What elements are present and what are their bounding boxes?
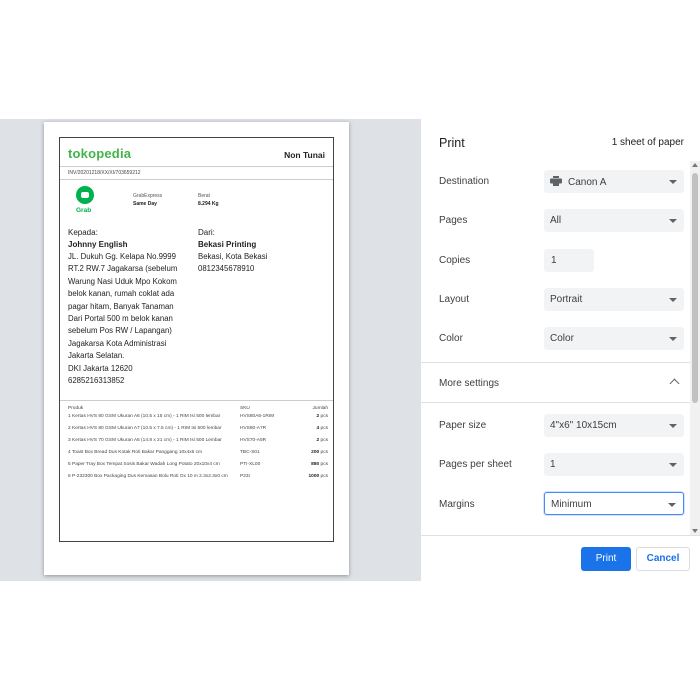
table-row: 5 Paper Tray Box Tempat Sosis Bakar Wada… (68, 462, 328, 474)
qty-cell: 4 pcs (316, 426, 328, 431)
pages-label: Pages (439, 215, 468, 226)
invoice-number: INV/20201218/XX/XI/703659212 (68, 170, 141, 176)
sheet-count: 1 sheet of paper (611, 137, 684, 148)
table-row: 1 Kertas HVS 80 GSM Ukuran A6 (10.5 x 15… (68, 414, 328, 426)
grab-logo-text: Grab (76, 207, 92, 214)
product-cell: 3 Kertas HVS 70 GSM Ukuran A5 (14.8 x 21… (68, 438, 222, 443)
table-row: 2 Kertas HVS 80 GSM Ukuran A7 (10.5 x 7.… (68, 426, 328, 438)
chevron-down-icon (669, 298, 677, 302)
color-select[interactable]: Color (544, 327, 684, 350)
layout-label: Layout (439, 294, 470, 305)
product-cell: 2 Kertas HVS 80 GSM Ukuran A7 (10.5 x 7.… (68, 426, 222, 431)
printer-icon (550, 176, 562, 186)
scroll-up-arrow-icon[interactable] (692, 163, 698, 167)
weight-value: 8.294 Kg (198, 201, 219, 207)
margins-value: Minimum (551, 499, 592, 510)
margins-select[interactable]: Minimum (544, 492, 684, 515)
paper-size-select[interactable]: 4"x6" 10x15cm (544, 414, 684, 437)
sender-label: Dari: (198, 228, 215, 237)
color-value: Color (550, 333, 574, 344)
sku-cell: HVS80A6-1RIM (240, 414, 275, 419)
sender-name: Bekasi Printing (198, 240, 257, 249)
table-row: 3 Kertas HVS 70 GSM Ukuran A5 (14.8 x 21… (68, 438, 328, 450)
cancel-button[interactable]: Cancel (636, 547, 690, 571)
product-cell: 6 P-232300 Box Packaging Dus Kemasan Bol… (68, 474, 228, 479)
payment-type: Non Tunai (284, 150, 325, 160)
pages-select[interactable]: All (544, 209, 684, 232)
paper-size-label: Paper size (439, 420, 487, 431)
qty-cell: 200 pcs (311, 450, 328, 455)
product-cell: 5 Paper Tray Box Tempat Sosis Bakar Wada… (68, 462, 220, 467)
table-header: Produk SKU Jumlah (68, 406, 328, 414)
grab-logo-icon (76, 186, 94, 204)
destination-label: Destination (439, 176, 490, 187)
table-row: 6 P-232300 Box Packaging Dus Kemasan Bol… (68, 474, 328, 486)
sku-cell: HVS80-A7R (240, 426, 267, 431)
chevron-down-icon (669, 337, 677, 341)
shipping-label: tokopedia Non Tunai INV/20201218/XX/XI/7… (59, 137, 334, 542)
product-cell: 1 Kertas HVS 80 GSM Ukuran A6 (10.5 x 15… (68, 414, 221, 419)
divider (421, 362, 690, 363)
more-settings-toggle[interactable]: More settings (439, 378, 499, 389)
sku-cell: P23I (240, 474, 250, 479)
pages-per-sheet-label: Pages per sheet (439, 459, 512, 470)
print-button[interactable]: Print (581, 547, 631, 571)
copies-input[interactable]: 1 (544, 249, 594, 272)
copies-label: Copies (439, 255, 471, 266)
pages-per-sheet-select[interactable]: 1 (544, 453, 684, 476)
pages-value: All (550, 215, 562, 226)
chevron-down-icon (669, 180, 677, 184)
panel-title: Print (439, 136, 465, 150)
chevron-up-icon[interactable] (669, 378, 680, 389)
qty-cell: 2 pcs (316, 414, 328, 419)
panel-footer: Print Cancel (421, 535, 700, 582)
qty-cell: 880 pcs (311, 462, 328, 467)
chevron-down-icon (669, 424, 677, 428)
print-settings-panel: Print 1 sheet of paper Destination Canon… (421, 119, 700, 582)
sku-cell: PTI-XL00 (240, 462, 261, 467)
column-header: SKU (240, 406, 250, 411)
courier-service: Same Day (133, 201, 157, 207)
qty-cell: 1000 pcs (308, 474, 328, 479)
table-row: 4 Toast Box Bread Dus Kotak Roti Bakar P… (68, 450, 328, 462)
chevron-down-icon (669, 219, 677, 223)
column-header: Jumlah (312, 406, 328, 411)
paper-size-value: 4"x6" 10x15cm (550, 420, 617, 431)
product-cell: 4 Toast Box Bread Dus Kotak Roti Bakar P… (68, 450, 203, 455)
pages-per-sheet-value: 1 (550, 459, 556, 470)
print-preview-area: tokopedia Non Tunai INV/20201218/XX/XI/7… (0, 119, 421, 581)
destination-select[interactable]: Canon A (544, 170, 684, 193)
product-table: Produk SKU Jumlah 1 Kertas HVS 80 GSM Uk… (68, 406, 328, 486)
preview-page: tokopedia Non Tunai INV/20201218/XX/XI/7… (44, 122, 349, 575)
layout-value: Portrait (550, 294, 583, 305)
margins-label: Margins (439, 499, 475, 510)
scroll-down-arrow-icon[interactable] (692, 529, 698, 533)
destination-value: Canon A (568, 177, 607, 188)
recipient-label: Kepada: (68, 228, 98, 237)
sku-cell: TBC-S01 (240, 450, 260, 455)
courier-label: GrabExpress (133, 193, 163, 199)
tokopedia-logo: tokopedia (68, 146, 132, 161)
column-header: Produk (68, 406, 84, 411)
divider (421, 402, 690, 403)
settings-scrollbar[interactable] (690, 161, 700, 535)
chevron-down-icon (669, 463, 677, 467)
recipient-name: Johnny English (68, 240, 128, 249)
layout-select[interactable]: Portrait (544, 288, 684, 311)
divider (60, 179, 333, 180)
divider (60, 166, 333, 167)
sku-cell: HVS70-A5R (240, 438, 267, 443)
qty-cell: 2 pcs (316, 438, 328, 443)
chevron-down-icon (668, 503, 676, 507)
divider (60, 400, 333, 401)
scroll-thumb[interactable] (692, 173, 698, 403)
weight-label: Berat (198, 193, 210, 199)
recipient-address: JL. Dukuh Gg. Kelapa No.9999 RT.2 RW.7 J… (68, 252, 178, 386)
sender-address: Bekasi, Kota Bekasi 0812345678910 (198, 252, 268, 274)
color-label: Color (439, 333, 463, 344)
